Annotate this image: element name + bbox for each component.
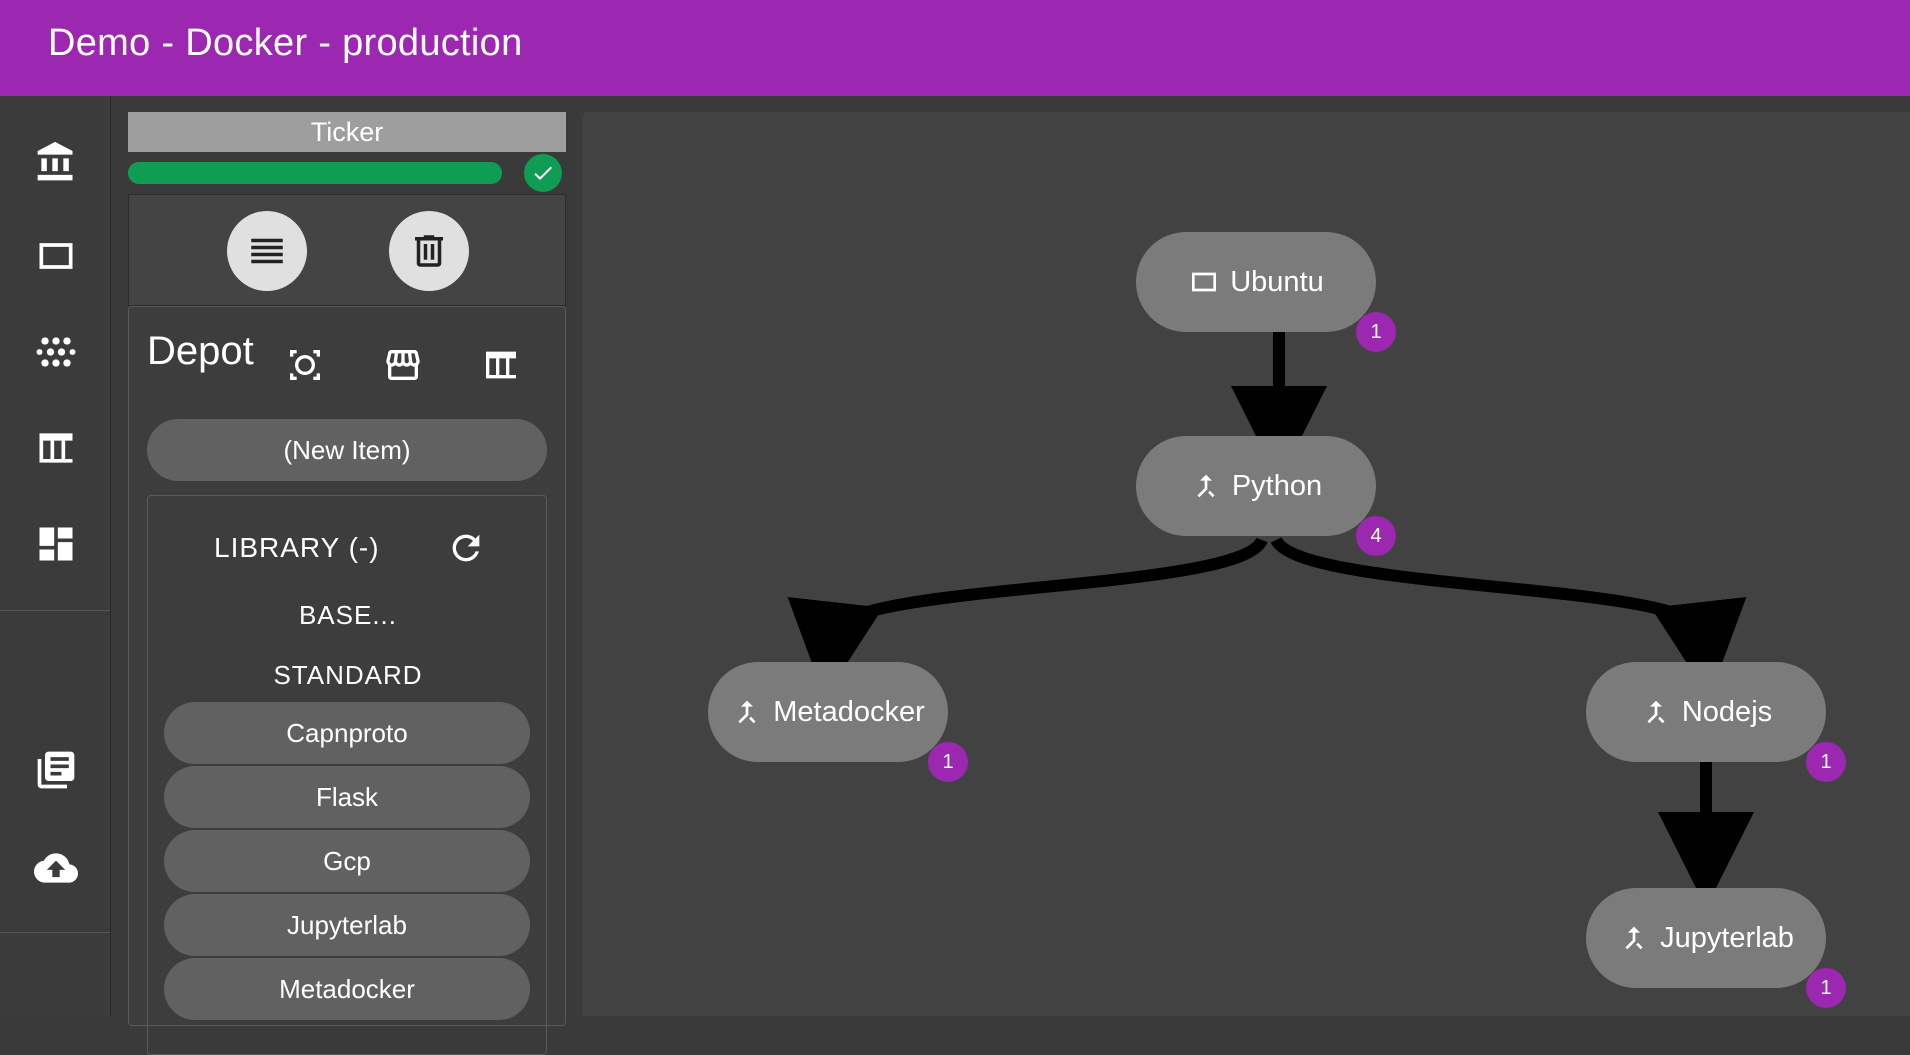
refresh-icon[interactable] <box>444 526 488 570</box>
rail-divider <box>0 610 110 611</box>
depot-title: Depot <box>147 329 254 373</box>
store-icon[interactable] <box>381 343 425 387</box>
ticker-progress-fill <box>128 162 502 184</box>
library-item[interactable]: Jupyterlab <box>164 894 530 956</box>
dashboard-icon[interactable] <box>30 518 82 570</box>
rail-divider <box>0 932 110 933</box>
check-icon <box>524 154 562 192</box>
library-category[interactable]: STANDARD <box>148 660 548 691</box>
depot-card: Depot (New Item) LIBRARY (-) BASE... STA… <box>128 306 566 1055</box>
nav-rail <box>0 96 111 1016</box>
focus-icon[interactable] <box>283 343 327 387</box>
node-label: Metadocker <box>773 695 925 728</box>
cloud-upload-icon[interactable] <box>30 842 82 894</box>
new-item-button[interactable]: (New Item) <box>147 419 547 481</box>
node-badge: 4 <box>1356 516 1396 556</box>
delete-button[interactable] <box>389 211 469 291</box>
node-badge: 1 <box>1356 312 1396 352</box>
bank-icon[interactable] <box>30 136 82 188</box>
library-item[interactable]: Capnproto <box>164 702 530 764</box>
log-button[interactable] <box>227 211 307 291</box>
library-item[interactable]: Gcp <box>164 830 530 892</box>
top-app-bar: Demo - Docker - production <box>0 0 1910 96</box>
library-item[interactable]: Metadocker <box>164 958 530 1020</box>
table-icon[interactable] <box>30 422 82 474</box>
node-nodejs[interactable]: Nodejs <box>1586 662 1826 762</box>
edge-python-nodejs <box>1270 536 1747 698</box>
table-icon[interactable] <box>479 343 523 387</box>
node-badge: 1 <box>1806 968 1846 1008</box>
square-icon[interactable] <box>30 230 82 282</box>
merge-icon <box>1197 474 1215 498</box>
node-label: Python <box>1231 469 1323 502</box>
depot-panel: Ticker Depot (New Item) LIBRARY (-) BASE… <box>128 112 566 1055</box>
list-icon <box>251 238 283 264</box>
node-label: Ubuntu <box>1230 265 1324 298</box>
node-badge: 1 <box>1806 742 1846 782</box>
node-jupyterlab[interactable]: Jupyterlab <box>1586 888 1826 988</box>
library-header: LIBRARY (-) <box>214 532 380 563</box>
trash-icon <box>415 235 443 267</box>
square-icon <box>1192 272 1217 292</box>
library-books-icon[interactable] <box>30 744 82 796</box>
graph-canvas[interactable]: Ubuntu 1 Python 4 Metadocker 1 Nodejs 1 … <box>582 112 1910 1016</box>
ticker-progress-bar <box>128 162 502 184</box>
app-title: Demo - Docker - production <box>48 22 523 64</box>
merge-icon <box>1647 700 1665 724</box>
node-label: Nodejs <box>1681 695 1773 728</box>
merge-icon <box>738 700 756 724</box>
node-label: Jupyterlab <box>1660 921 1794 954</box>
node-ubuntu[interactable]: Ubuntu <box>1136 232 1376 332</box>
node-python[interactable]: Python <box>1136 436 1376 536</box>
node-metadocker[interactable]: Metadocker <box>708 662 948 762</box>
library-section: LIBRARY (-) BASE... STANDARD Capnproto F… <box>147 495 547 1055</box>
edge-python-metadocker <box>787 536 1268 698</box>
action-toolbar <box>128 194 566 306</box>
merge-icon <box>1625 926 1643 950</box>
node-badge: 1 <box>928 742 968 782</box>
library-category[interactable]: BASE... <box>148 600 548 631</box>
library-item[interactable]: Flask <box>164 766 530 828</box>
dots-icon[interactable] <box>30 326 82 378</box>
ticker-label: Ticker <box>128 112 566 152</box>
